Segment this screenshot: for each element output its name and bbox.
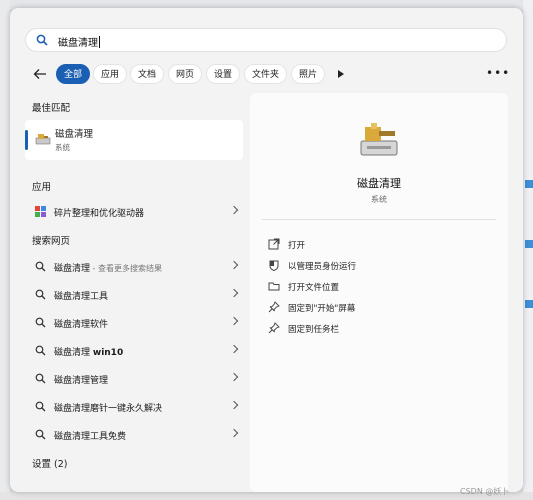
web-result-item[interactable]: 磁盘清理软件 bbox=[25, 311, 243, 335]
action-label: 以管理员身份运行 bbox=[288, 262, 357, 272]
disk-cleanup-icon bbox=[35, 134, 51, 145]
search-icon bbox=[35, 373, 46, 384]
chevron-right-icon[interactable] bbox=[229, 316, 239, 326]
filter-all[interactable]: 全部 bbox=[56, 64, 91, 84]
search-icon bbox=[35, 345, 46, 356]
web-result-item[interactable]: 磁盘清理 win10 bbox=[25, 339, 243, 363]
web-result-item[interactable]: 磁盘清理工具免费 bbox=[25, 423, 243, 447]
action-open[interactable]: 打开 bbox=[268, 236, 468, 254]
defrag-icon bbox=[35, 206, 46, 217]
chevron-right-icon[interactable] bbox=[229, 344, 239, 354]
action-pin-to-start[interactable]: 固定到"开始"屏幕 bbox=[268, 299, 468, 317]
search-icon bbox=[36, 34, 48, 46]
search-icon bbox=[35, 289, 46, 300]
chevron-right-icon[interactable] bbox=[229, 400, 239, 410]
background-window-bottom bbox=[0, 492, 533, 500]
open-icon bbox=[268, 238, 280, 250]
action-label: 固定到"开始"屏幕 bbox=[288, 304, 356, 314]
web-result-label: 磁盘清理 bbox=[54, 348, 93, 358]
best-match-title: 磁盘清理 bbox=[55, 129, 94, 140]
chevron-right-icon[interactable] bbox=[229, 205, 239, 215]
best-match-subtitle: 系统 bbox=[55, 143, 70, 152]
details-app-name: 磁盘清理 bbox=[357, 177, 401, 190]
filter-apps[interactable]: 应用 bbox=[93, 64, 128, 84]
search-icon bbox=[35, 401, 46, 412]
pin-icon bbox=[268, 322, 280, 334]
background-window-right bbox=[523, 0, 533, 500]
filter-documents[interactable]: 文档 bbox=[130, 64, 165, 84]
selection-indicator bbox=[25, 130, 28, 150]
web-result-hint: - 查看更多搜索结果 bbox=[90, 264, 162, 273]
disk-cleanup-icon bbox=[360, 123, 398, 156]
web-result-label-bold: win10 bbox=[92, 348, 124, 358]
web-result-label: 磁盘清理软件 bbox=[54, 320, 109, 330]
filter-bar: 全部 应用 文档 网页 设置 文件夹 照片 ••• bbox=[10, 64, 523, 86]
action-label: 固定到任务栏 bbox=[288, 325, 340, 335]
section-web: 搜索网页 bbox=[32, 236, 71, 247]
web-result-item[interactable]: 磁盘清理工具 bbox=[25, 283, 243, 307]
web-result-item[interactable]: 磁盘清理管理 bbox=[25, 367, 243, 391]
chevron-right-icon[interactable] bbox=[229, 260, 239, 270]
search-icon bbox=[35, 261, 46, 272]
watermark: CSDN @妖卜 bbox=[460, 487, 510, 496]
more-options-icon[interactable]: ••• bbox=[486, 66, 510, 80]
web-result-label: 磁盘清理管理 bbox=[54, 376, 109, 386]
folder-icon bbox=[268, 282, 280, 291]
divider bbox=[262, 219, 496, 220]
action-pin-to-taskbar[interactable]: 固定到任务栏 bbox=[268, 320, 468, 338]
chevron-right-icon[interactable] bbox=[229, 288, 239, 298]
filter-folders[interactable]: 文件夹 bbox=[244, 64, 288, 84]
chevron-right-icon[interactable] bbox=[229, 372, 239, 382]
action-label: 打开 bbox=[288, 241, 306, 251]
filter-web[interactable]: 网页 bbox=[168, 64, 203, 84]
action-run-as-admin[interactable]: 以管理员身份运行 bbox=[268, 257, 468, 275]
search-icon bbox=[35, 317, 46, 328]
action-label: 打开文件位置 bbox=[288, 283, 340, 293]
action-open-file-location[interactable]: 打开文件位置 bbox=[268, 278, 468, 296]
web-result-label: 磁盘清理磨针一键永久解决 bbox=[54, 404, 163, 414]
app-result-item[interactable]: 碎片整理和优化驱动器 bbox=[25, 200, 243, 224]
web-result-item[interactable]: 磁盘清理磨针一键永久解决 bbox=[25, 395, 243, 419]
section-apps: 应用 bbox=[32, 182, 52, 193]
web-result-item[interactable]: 磁盘清理 - 查看更多搜索结果 bbox=[25, 255, 243, 279]
filter-settings[interactable]: 设置 bbox=[206, 64, 241, 84]
best-match-item[interactable]: 磁盘清理 系统 bbox=[25, 120, 243, 160]
shield-icon bbox=[269, 260, 279, 271]
web-result-label: 磁盘清理工具免费 bbox=[54, 432, 127, 442]
filter-photos[interactable]: 照片 bbox=[291, 64, 326, 84]
app-result-label: 碎片整理和优化驱动器 bbox=[54, 209, 145, 219]
section-best-match: 最佳匹配 bbox=[32, 103, 71, 114]
results-list: 最佳匹配 磁盘清理 系统 应用 碎片整理和优化驱动器 搜索网页 磁盘清理 - 查… bbox=[10, 90, 250, 492]
web-result-label: 磁盘清理工具 bbox=[54, 292, 109, 302]
web-result-label: 磁盘清理 bbox=[54, 264, 91, 274]
search-box[interactable]: 磁盘清理 bbox=[25, 28, 507, 52]
details-app-type: 系统 bbox=[371, 195, 387, 204]
search-input[interactable]: 磁盘清理 bbox=[58, 34, 100, 49]
chevron-right-icon[interactable] bbox=[229, 428, 239, 438]
search-icon bbox=[35, 429, 46, 440]
details-pane: 磁盘清理 系统 打开 以管理员身份运行 打开文件位置 固定到"开始"屏幕 固定到… bbox=[250, 93, 508, 492]
pin-icon bbox=[268, 301, 280, 313]
more-filters-arrow-icon[interactable] bbox=[338, 70, 344, 78]
back-arrow-icon[interactable] bbox=[32, 66, 48, 82]
start-search-panel: 磁盘清理 全部 应用 文档 网页 设置 文件夹 照片 ••• 最佳匹配 磁盘清理… bbox=[10, 8, 523, 492]
background-window-left bbox=[0, 0, 10, 500]
section-settings[interactable]: 设置 (2) bbox=[32, 456, 67, 470]
